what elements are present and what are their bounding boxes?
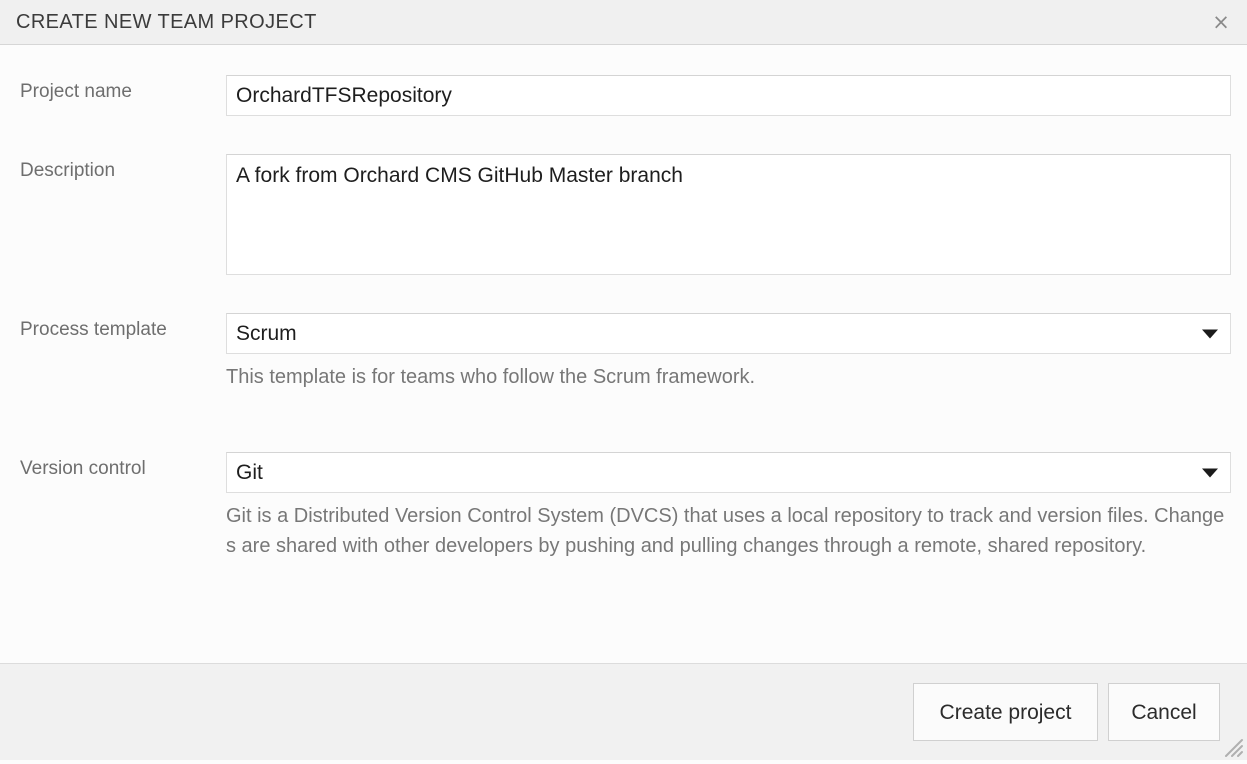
resize-grip-icon[interactable] [1219,733,1245,759]
create-team-project-dialog: CREATE NEW TEAM PROJECT × Project name O… [0,0,1247,760]
create-project-button[interactable]: Create project [913,683,1098,741]
project-name-label: Project name [20,81,132,102]
version-control-help: Git is a Distributed Version Control Sys… [226,505,1225,557]
version-control-select[interactable]: Git [226,452,1231,493]
chevron-down-icon [1202,329,1218,338]
dialog-title: CREATE NEW TEAM PROJECT [16,11,317,33]
version-control-control: Git Git is a Distributed Version Control… [226,452,1237,561]
description-input[interactable]: A fork from Orchard CMS GitHub Master br… [226,154,1231,275]
field-description: Description A fork from Orchard CMS GitH… [0,154,1247,275]
spacer-after-description [0,275,1247,313]
version-control-label: Version control [20,458,146,479]
description-control: A fork from Orchard CMS GitHub Master br… [226,154,1237,275]
project-name-control: OrchardTFSRepository [226,75,1237,116]
dialog-titlebar: CREATE NEW TEAM PROJECT × [0,0,1247,45]
description-label: Description [20,160,116,181]
process-template-control: Scrum This template is for teams who fol… [226,313,1237,392]
field-project-name: Project name OrchardTFSRepository [0,75,1247,116]
spacer-top [0,45,1247,75]
dialog-body: Project name OrchardTFSRepository Descri… [0,45,1247,663]
field-version-control: Version control Git Git is a Distributed… [0,452,1247,561]
close-icon[interactable]: × [1205,6,1237,38]
process-template-help: This template is for teams who follow th… [226,366,756,388]
process-template-value: Scrum [236,322,297,345]
process-template-label: Process template [20,319,167,340]
spacer-after-process [0,392,1247,452]
spacer-after-name [0,116,1247,154]
field-process-template: Process template Scrum This template is … [0,313,1247,392]
dialog-footer: Create project Cancel [0,663,1247,760]
version-control-value: Git [236,461,263,484]
process-template-select[interactable]: Scrum [226,313,1231,354]
project-name-input[interactable]: OrchardTFSRepository [226,75,1231,116]
cancel-button[interactable]: Cancel [1108,683,1220,741]
chevron-down-icon [1202,468,1218,477]
